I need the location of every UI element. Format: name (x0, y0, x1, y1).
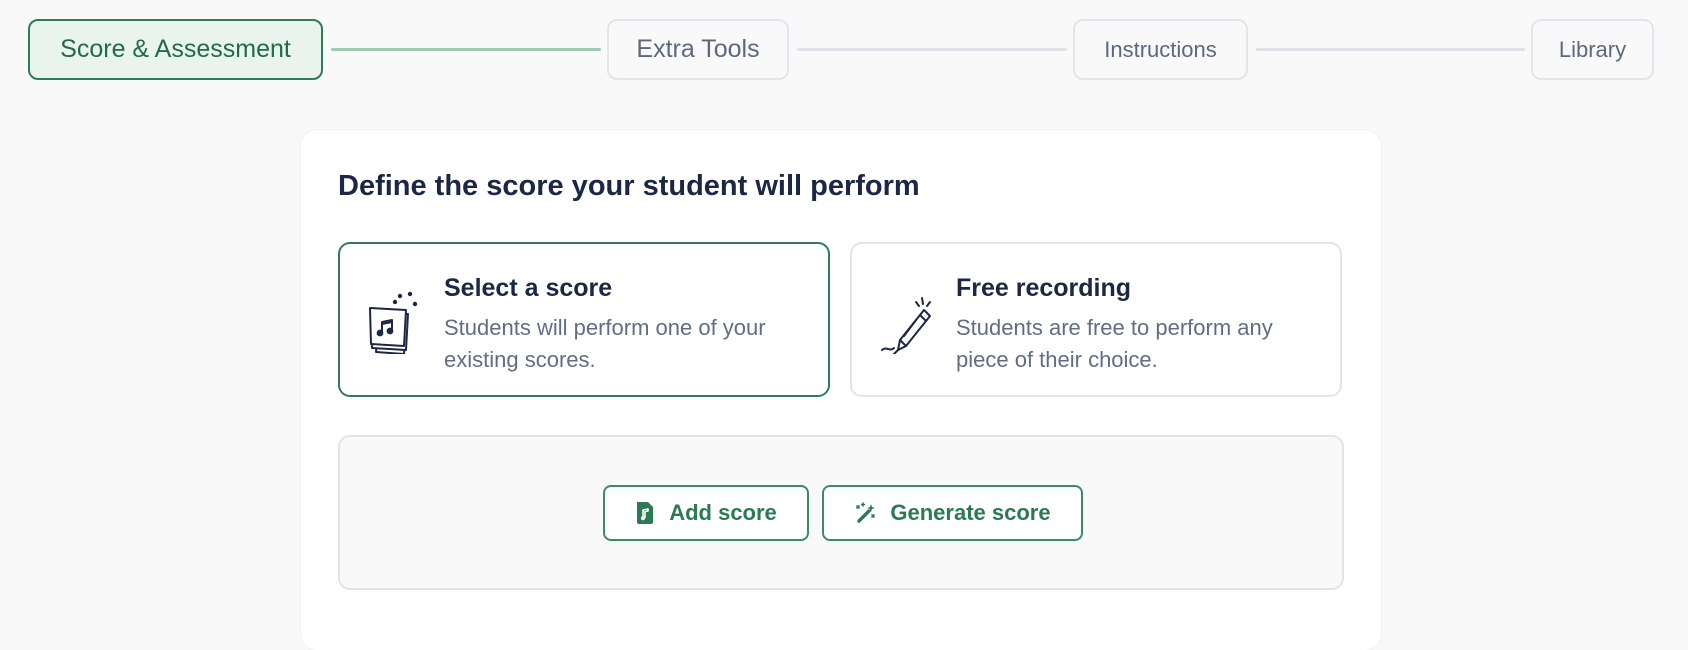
option-description: Students are free to perform any piece o… (956, 315, 1273, 372)
step-library[interactable]: Library (1531, 19, 1654, 80)
step-label: Library (1558, 36, 1627, 62)
option-title: Select a score (444, 274, 613, 302)
generate-score-button[interactable]: Generate score (822, 485, 1083, 541)
step-label: Score & Assessment (60, 35, 291, 63)
add-score-button[interactable]: Add score (603, 485, 809, 541)
sheet-music-icon (369, 291, 418, 354)
step-connector (797, 48, 1067, 51)
option-title: Free recording (956, 274, 1132, 302)
pencil-icon (881, 297, 931, 354)
step-score-assessment[interactable]: Score & Assessment (28, 19, 323, 80)
progress-stepper: Score & Assessment Extra Tools Instructi… (0, 0, 1688, 100)
step-extra-tools[interactable]: Extra Tools (607, 19, 789, 80)
score-actions-panel: Add score Generate score (338, 435, 1344, 590)
magic-wand-icon (856, 502, 876, 523)
music-file-icon (637, 502, 654, 524)
card-title: Define the score your student will perfo… (338, 170, 920, 202)
option-free-recording[interactable]: Free recording Students are free to perf… (850, 242, 1342, 397)
step-connector (331, 48, 601, 51)
step-label: Extra Tools (636, 35, 760, 63)
score-definition-card: Define the score your student will perfo… (301, 130, 1381, 650)
step-instructions[interactable]: Instructions (1073, 19, 1248, 80)
option-description: Students will perform one of your existi… (444, 315, 766, 372)
generate-score-label: Generate score (890, 500, 1051, 525)
add-score-label: Add score (669, 500, 777, 525)
option-select-score[interactable]: Select a score Students will perform one… (338, 242, 830, 397)
step-label: Instructions (1104, 36, 1217, 62)
step-connector (1256, 48, 1525, 51)
